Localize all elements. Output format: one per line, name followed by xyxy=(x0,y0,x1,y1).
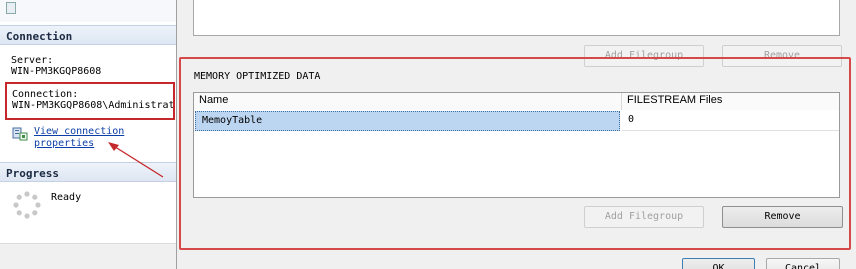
filestream-grid xyxy=(193,0,840,36)
column-header-filestream-files[interactable]: FILESTREAM Files xyxy=(622,93,839,110)
grid-header: Name FILESTREAM Files xyxy=(194,93,839,110)
connection-header: Connection xyxy=(0,25,176,45)
server-label: Server: xyxy=(11,55,54,66)
cancel-button[interactable]: Cancel xyxy=(766,258,840,269)
progress-spinner-icon xyxy=(13,191,41,219)
page-icon xyxy=(6,2,16,14)
server-value: WIN-PM3KGQP8608 xyxy=(11,66,102,77)
table-row[interactable]: MemoyTable 0 xyxy=(194,111,839,131)
cell-name[interactable]: MemoyTable xyxy=(195,111,620,131)
progress-status: Ready xyxy=(51,192,82,203)
connection-value: WIN-PM3KGQP8608\Administrat xyxy=(12,100,175,111)
server-properties-icon xyxy=(12,127,28,141)
memory-section-title: MEMORY OPTIMIZED DATA xyxy=(194,71,321,82)
ok-button[interactable]: OK xyxy=(682,258,755,269)
memory-optimized-grid[interactable]: Name FILESTREAM Files MemoyTable 0 xyxy=(193,92,840,198)
left-panel-footer xyxy=(0,243,176,269)
left-panel-top-edge xyxy=(0,0,176,22)
add-filegroup-button[interactable]: Add Filegroup xyxy=(584,206,704,228)
column-header-name[interactable]: Name xyxy=(194,93,622,110)
connection-highlight-box: Connection: WIN-PM3KGQP8608\Administrat xyxy=(5,82,175,120)
left-panel: Connection Server: WIN-PM3KGQP8608 Conne… xyxy=(0,0,177,269)
remove-button[interactable]: Remove xyxy=(722,206,843,228)
connection-label: Connection: xyxy=(12,89,79,100)
annotation-arrow xyxy=(108,142,164,178)
cell-filestream-files[interactable]: 0 xyxy=(622,111,839,131)
